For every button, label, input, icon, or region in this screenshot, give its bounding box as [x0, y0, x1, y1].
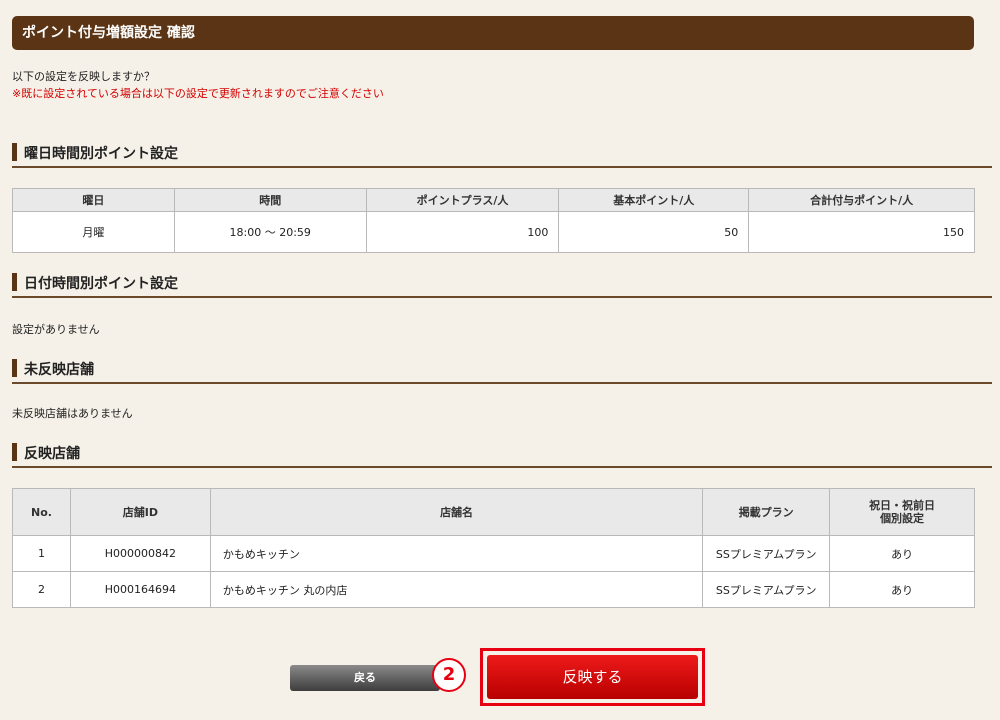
- table-row: 2 H000164694 かもめキッチン 丸の内店 SSプレミアムプラン あり: [12, 571, 975, 608]
- plan-cell: SSプレミアムプラン: [702, 535, 831, 572]
- date-section-label: 日付時間別ポイント設定: [24, 276, 178, 292]
- time-range-cell: 18:00 ～ 20:59: [173, 211, 367, 253]
- table-row: 月曜 18:00 ～ 20:59 100 50 150: [12, 211, 975, 253]
- step-number-badge: 2: [432, 658, 466, 692]
- reflected-section-title: 反映店舗: [12, 440, 992, 468]
- intro-text: 以下の設定を反映しますか？ ※既に設定されている場合は以下の設定で更新されますの…: [12, 68, 384, 102]
- table-header-row: 曜日 時間 ポイントプラス/人 基本ポイント/人 合計付与ポイント/人: [12, 188, 975, 212]
- table-row: 1 H000000842 かもめキッチン SSプレミアムプラン あり: [12, 535, 975, 572]
- apply-button[interactable]: 反映する: [487, 655, 698, 699]
- row-number-cell: 2: [12, 571, 71, 608]
- date-section-title: 日付時間別ポイント設定: [12, 270, 992, 298]
- store-id-cell: H000000842: [69, 535, 211, 572]
- page-title-bar: ポイント付与増額設定 確認: [12, 16, 974, 50]
- column-header: 店舗ID: [69, 488, 211, 536]
- unreflected-empty-note: 未反映店舗はありません: [12, 407, 133, 420]
- total-points-cell: 150: [748, 211, 975, 253]
- back-button[interactable]: 戻る: [290, 665, 440, 691]
- update-warning: ※既に設定されている場合は以下の設定で更新されますのでご注意ください: [12, 87, 384, 100]
- page-title: ポイント付与増額設定 確認: [22, 25, 195, 41]
- base-points-cell: 50: [558, 211, 750, 253]
- column-header: 基本ポイント/人: [558, 188, 750, 212]
- holiday-setting-cell: あり: [829, 535, 975, 572]
- column-header: No.: [12, 488, 71, 536]
- column-header: 合計付与ポイント/人: [748, 188, 975, 212]
- holiday-setting-cell: あり: [829, 571, 975, 608]
- store-id-cell: H000164694: [69, 571, 211, 608]
- table-header-row: No. 店舗ID 店舗名 掲載プラン 祝日・祝前日 個別設定: [12, 488, 975, 536]
- unreflected-section-title: 未反映店舗: [12, 356, 992, 384]
- column-header: 曜日: [12, 188, 175, 212]
- column-header: 掲載プラン: [702, 488, 831, 536]
- plan-cell: SSプレミアムプラン: [702, 571, 831, 608]
- weekday-section-label: 曜日時間別ポイント設定: [24, 146, 178, 162]
- unreflected-section-label: 未反映店舗: [24, 362, 94, 378]
- weekday-points-table: 曜日 時間 ポイントプラス/人 基本ポイント/人 合計付与ポイント/人 月曜 1…: [12, 188, 975, 253]
- column-header: 祝日・祝前日 個別設定: [829, 488, 975, 536]
- weekday-section-title: 曜日時間別ポイント設定: [12, 140, 992, 168]
- store-name-cell: かもめキッチン: [209, 535, 704, 572]
- row-number-cell: 1: [12, 535, 71, 572]
- reflected-stores-table: No. 店舗ID 店舗名 掲載プラン 祝日・祝前日 個別設定 1 H000000…: [12, 488, 975, 608]
- plus-points-cell: 100: [365, 211, 560, 253]
- column-header: 店舗名: [209, 488, 704, 536]
- confirm-question: 以下の設定を反映しますか？: [12, 70, 155, 83]
- column-header: 時間: [173, 188, 367, 212]
- store-name-cell: かもめキッチン 丸の内店: [209, 571, 704, 608]
- column-header: ポイントプラス/人: [365, 188, 560, 212]
- reflected-section-label: 反映店舗: [24, 446, 80, 462]
- date-empty-note: 設定がありません: [12, 323, 100, 336]
- weekday-cell: 月曜: [12, 211, 175, 253]
